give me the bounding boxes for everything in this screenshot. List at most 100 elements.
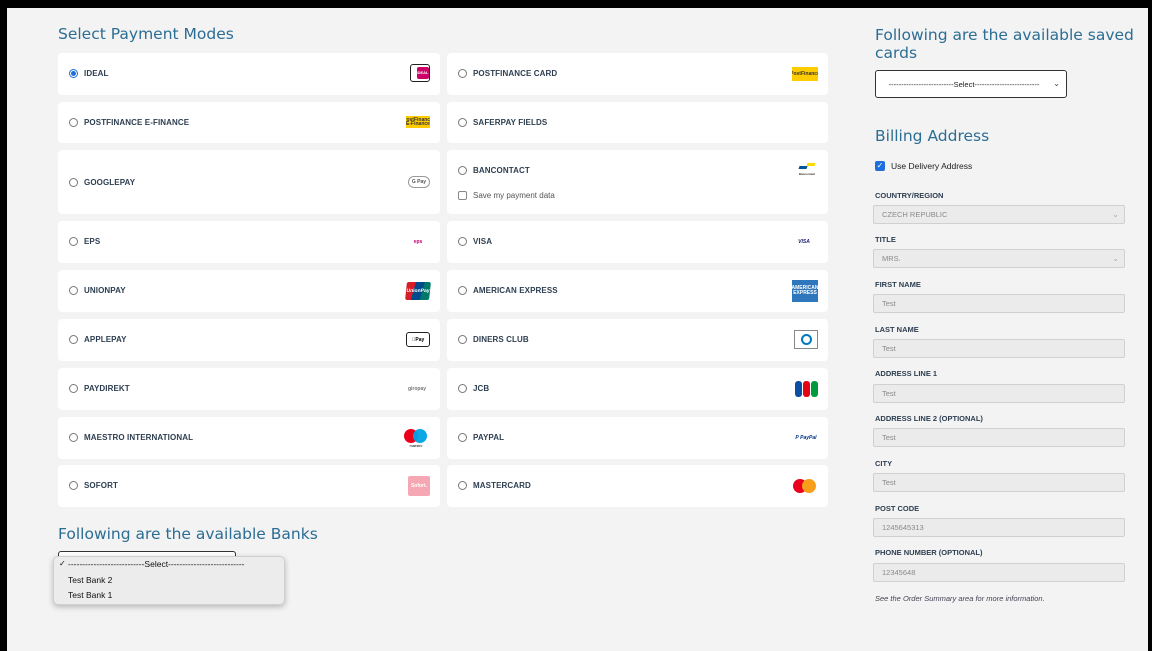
radio-maestro[interactable] [69, 433, 78, 442]
payment-option-diners-club[interactable]: DINERS CLUB [447, 319, 828, 361]
payment-label: POSTFINANCE CARD [473, 69, 558, 78]
paydirekt-logo-icon: giropay [407, 386, 427, 392]
post-code-label: POST CODE [875, 504, 920, 513]
order-summary-note: See the Order Summary area for more info… [875, 594, 1045, 603]
title-label: TITLE [875, 235, 896, 244]
radio-mastercard[interactable] [458, 481, 467, 490]
payment-label: APPLEPAY [84, 335, 127, 344]
radio-ideal[interactable] [69, 69, 78, 78]
phone-input[interactable]: 12345648 [873, 563, 1125, 582]
payment-label: VISA [473, 237, 493, 246]
jcb-logo-icon [794, 380, 818, 398]
country-label: COUNTRY/REGION [875, 191, 944, 200]
saved-cards-title: Following are the available saved cards [875, 26, 1134, 62]
radio-postfinance-card[interactable] [458, 69, 467, 78]
visa-logo-icon: VISA [798, 239, 810, 245]
payment-option-ideal[interactable]: IDEAL iDEAL [58, 53, 440, 95]
last-name-input[interactable]: Test [873, 339, 1125, 358]
payment-label: PAYDIREKT [84, 384, 130, 393]
first-name-label: FIRST NAME [875, 280, 921, 289]
payment-label: EPS [84, 237, 101, 246]
payment-option-mastercard[interactable]: MASTERCARD [447, 465, 828, 507]
payment-label: POSTFINANCE E-FINANCE [84, 118, 190, 127]
radio-saferpay-fields[interactable] [458, 118, 467, 127]
save-payment-checkbox[interactable] [458, 191, 467, 200]
payment-option-googlepay[interactable]: GOOGLEPAY G Pay [58, 150, 440, 214]
radio-visa[interactable] [458, 237, 467, 246]
radio-unionpay[interactable] [69, 286, 78, 295]
saved-card-select[interactable]: --------------------------Select--------… [875, 70, 1067, 98]
payment-option-applepay[interactable]: APPLEPAY Pay [58, 319, 440, 361]
payment-modes-title: Select Payment Modes [58, 25, 234, 43]
payment-option-eps[interactable]: EPS eps [58, 221, 440, 263]
postfinance-efinance-logo-icon: PostFinance E-Finance [406, 116, 430, 128]
payment-option-sofort[interactable]: SOFORT Sofort. [58, 465, 440, 507]
city-input[interactable]: Test [873, 473, 1125, 492]
radio-paydirekt[interactable] [69, 384, 78, 393]
last-name-label: LAST NAME [875, 325, 919, 334]
save-payment-data[interactable]: Save my payment data [458, 191, 555, 200]
payment-option-postfinance-efinance[interactable]: POSTFINANCE E-FINANCE PostFinance E-Fina… [58, 102, 440, 143]
bancontact-logo-icon: Bancontact [796, 162, 818, 178]
bank-option-select[interactable]: ---------------------------Select-------… [68, 559, 244, 569]
payment-option-maestro[interactable]: MAESTRO INTERNATIONAL maestro [58, 417, 440, 459]
use-delivery-checkbox[interactable]: ✓ [875, 161, 885, 171]
radio-diners-club[interactable] [458, 335, 467, 344]
payment-option-paypal[interactable]: PAYPAL P PayPal [447, 417, 828, 459]
radio-googlepay[interactable] [69, 178, 78, 187]
radio-bancontact[interactable] [458, 166, 467, 175]
payment-label: IDEAL [84, 69, 109, 78]
address-line-2-input[interactable]: Test [873, 428, 1125, 447]
sofort-logo-icon: Sofort. [408, 476, 430, 496]
address-line-1-input[interactable]: Test [873, 384, 1125, 403]
post-code-input[interactable]: 1245645313 [873, 518, 1125, 537]
save-payment-label: Save my payment data [473, 191, 555, 200]
apple-pay-logo-icon: Pay [406, 332, 430, 347]
payment-label: SOFORT [84, 481, 118, 490]
radio-postfinance-efinance[interactable] [69, 118, 78, 127]
address-line-1-label: ADDRESS LINE 1 [875, 369, 938, 378]
chevron-down-icon: ⌄ [1112, 210, 1119, 219]
payment-label: UNIONPAY [84, 286, 126, 295]
payment-label: DINERS CLUB [473, 335, 529, 344]
diners-club-logo-icon [794, 330, 818, 349]
payment-option-paydirekt[interactable]: PAYDIREKT giropay [58, 368, 440, 410]
payment-option-saferpay-fields[interactable]: SAFERPAY FIELDS [447, 102, 828, 143]
first-name-input[interactable]: Test [873, 294, 1125, 313]
radio-eps[interactable] [69, 237, 78, 246]
paypal-logo-icon: P PayPal [795, 435, 817, 441]
phone-label: PHONE NUMBER (OPTIONAL) [875, 548, 983, 557]
payment-option-bancontact[interactable]: BANCONTACT Bancontact Save my payment da… [447, 150, 828, 214]
radio-applepay[interactable] [69, 335, 78, 344]
payment-option-postfinance-card[interactable]: POSTFINANCE CARD PostFinance [447, 53, 828, 95]
checkout-page: Select Payment Modes IDEAL iDEAL POSTFIN… [7, 8, 1148, 651]
bank-option-test-bank-2[interactable]: Test Bank 2 [68, 575, 112, 585]
bank-dropdown-menu: ✓ ---------------------------Select-----… [53, 556, 285, 605]
radio-american-express[interactable] [458, 286, 467, 295]
city-label: CITY [875, 459, 893, 468]
unionpay-logo-icon: UnionPay [405, 282, 431, 300]
payment-option-unionpay[interactable]: UNIONPAY UnionPay [58, 270, 440, 312]
payment-option-american-express[interactable]: AMERICAN EXPRESS AMERICAN EXPRESS [447, 270, 828, 312]
checkmark-icon: ✓ [59, 559, 66, 568]
maestro-logo-icon: maestro [402, 427, 430, 449]
radio-paypal[interactable] [458, 433, 467, 442]
payment-label: GOOGLEPAY [84, 178, 136, 187]
country-select[interactable]: CZECH REPUBLIC ⌄ [873, 205, 1125, 224]
use-delivery-address[interactable]: ✓ Use Delivery Address [875, 161, 972, 171]
title-select[interactable]: MRS. ⌄ [873, 249, 1125, 268]
payment-option-jcb[interactable]: JCB [447, 368, 828, 410]
payment-option-visa[interactable]: VISA VISA [447, 221, 828, 263]
google-pay-logo-icon: G Pay [408, 176, 430, 188]
ideal-logo-icon: iDEAL [410, 64, 430, 82]
payment-label: AMERICAN EXPRESS [473, 286, 558, 295]
saved-card-value: --------------------------Select--------… [888, 80, 1040, 89]
radio-sofort[interactable] [69, 481, 78, 490]
bank-option-test-bank-1[interactable]: Test Bank 1 [68, 590, 112, 600]
billing-title: Billing Address [875, 127, 990, 145]
radio-jcb[interactable] [458, 384, 467, 393]
payment-label: BANCONTACT [473, 166, 530, 175]
payment-label: JCB [473, 384, 490, 393]
mastercard-logo-icon [792, 477, 818, 495]
payment-label: SAFERPAY FIELDS [473, 118, 548, 127]
